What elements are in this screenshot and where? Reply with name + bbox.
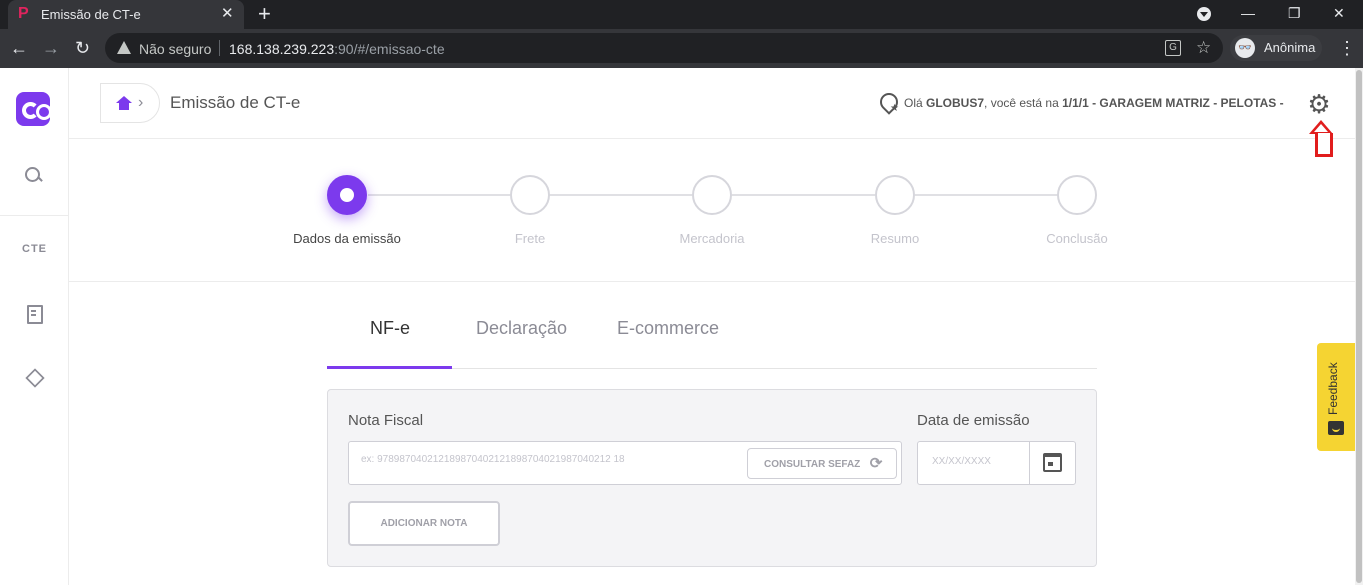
logo-icon[interactable] [16,92,50,126]
nota-fiscal-label: Nota Fiscal [348,412,424,429]
minimize-button[interactable]: — [1241,4,1255,22]
feedback-label: Feedback [1326,362,1340,415]
step-label: Conclusão [1046,231,1108,246]
sidebar-divider [0,215,69,216]
step-label: Frete [514,231,546,246]
address-bar[interactable]: Não seguro 168.138.239.223:90/#/emissao-… [105,33,1223,63]
consultar-sefaz-label: CONSULTAR SEFAZ [764,459,861,470]
data-emissao-input[interactable] [932,456,1022,467]
step-label: Resumo [870,231,920,246]
refresh-icon: ⟳ [869,455,883,472]
security-status[interactable]: Não seguro [139,41,211,57]
location-pin-icon [879,93,899,115]
favicon-icon: P [18,5,29,22]
reload-button[interactable]: ↻ [75,38,90,58]
new-tab-button[interactable]: + [258,2,271,26]
url-text[interactable]: 168.138.239.223:90/#/emissao-cte [229,41,445,57]
consultar-sefaz-button[interactable]: CONSULTAR SEFAZ ⟳ [747,448,897,479]
step-connector [732,194,875,196]
step-dot-conclusao[interactable] [1057,175,1097,215]
breadcrumb: › [100,83,160,123]
adicionar-nota-button[interactable]: ADICIONAR NOTA [348,501,500,546]
chevron-right-icon: › [138,94,144,111]
feedback-tab[interactable]: Feedback [1317,343,1355,451]
document-type-tabs: NF-e Declaração E-commerce [327,296,1097,369]
step-dot-frete[interactable] [510,175,550,215]
step-connector [549,194,692,196]
data-emissao-field-wrapper [917,441,1076,485]
nfe-form-card: Nota Fiscal Data de emissão CONSULTAR SE… [327,389,1097,567]
nota-fiscal-input[interactable] [361,454,741,465]
tab-nfe[interactable]: NF-e [370,318,410,339]
omnibox-divider [219,40,220,56]
gear-icon[interactable]: ⚙ [1307,91,1331,117]
page-scrollbar[interactable] [1355,68,1363,585]
nota-fiscal-field-wrapper: CONSULTAR SEFAZ ⟳ [348,441,902,485]
receipt-icon[interactable] [22,302,44,324]
forward-button[interactable]: → [42,38,60,58]
tab-ecommerce[interactable]: E-commerce [617,318,719,339]
step-dot-dados[interactable] [327,175,367,215]
step-dot-resumo[interactable] [875,175,915,215]
step-connector [368,194,510,196]
tab-title: Emissão de CT-e [41,7,141,22]
date-field-divider [1029,442,1030,484]
translate-icon[interactable]: G [1165,40,1181,56]
bookmark-star-icon[interactable]: ☆ [1196,38,1211,58]
home-icon[interactable] [116,96,132,110]
tab-search-icon[interactable] [1197,7,1211,21]
tab-close-icon[interactable]: ✕ [221,5,234,23]
sidebar-item-cte[interactable]: CTE [22,238,46,260]
back-button[interactable]: ← [10,38,28,58]
feedback-icon [1328,421,1344,435]
incognito-profile-button[interactable]: 👓 Anônima [1230,35,1322,61]
page-title: Emissão de CT-e [170,93,301,112]
browser-menu-icon[interactable]: ⋮ [1338,38,1356,58]
progress-stepper: Dados da emissão Frete Mercadoria Resumo… [69,140,1355,282]
tab-declaracao[interactable]: Declaração [476,318,567,339]
step-connector [915,194,1058,196]
browser-tab-bar: P Emissão de CT-e ✕ + — ❐ ✕ [0,0,1363,29]
warning-icon [117,41,131,54]
calendar-icon[interactable] [1043,453,1062,472]
browser-tab[interactable]: P Emissão de CT-e ✕ [8,0,244,29]
restore-button[interactable]: ❐ [1288,4,1301,22]
scrollbar-thumb[interactable] [1356,70,1362,583]
step-dot-mercadoria[interactable] [692,175,732,215]
search-icon[interactable] [22,164,44,186]
step-label: Mercadoria [679,231,745,246]
user-location-greeting: Olá GLOBUS7, você está na 1/1/1 - GARAGE… [904,96,1284,110]
incognito-icon: 👓 [1235,38,1255,58]
browser-toolbar: ← → ↻ Não seguro 168.138.239.223:90/#/em… [0,29,1363,68]
profile-label: Anônima [1264,40,1316,55]
close-window-button[interactable]: ✕ [1333,4,1345,22]
app-viewport: CTE › Emissão de CT-e Olá GLOBUS7, você … [0,68,1363,585]
step-label: Dados da emissão [293,231,401,246]
page-header: › Emissão de CT-e Olá GLOBUS7, você está… [69,68,1363,157]
data-emissao-label: Data de emissão [917,412,1030,429]
sidebar: CTE [0,68,69,585]
active-tab-indicator [327,366,452,369]
box-icon[interactable] [22,366,44,388]
